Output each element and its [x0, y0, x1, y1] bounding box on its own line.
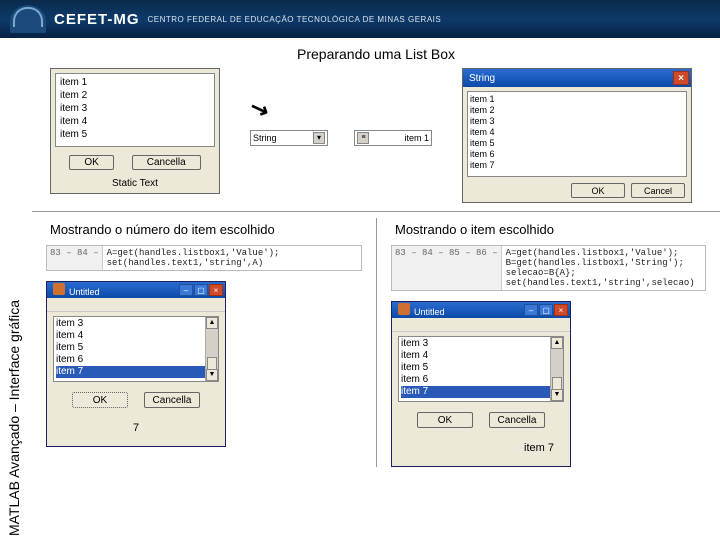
- result-text: 7: [53, 422, 219, 438]
- column-show-number: Mostrando o número do item escolhido 83 …: [32, 218, 376, 467]
- list-item[interactable]: item 6: [56, 354, 216, 366]
- list-item: item 7: [470, 160, 684, 171]
- string-textarea[interactable]: item 1 item 2 item 3 item 4 item 5 item …: [467, 91, 687, 177]
- code-lines: A=get(handles.listbox1,'Value'); set(han…: [103, 246, 284, 270]
- code-lines: A=get(handles.listbox1,'Value'); B=get(h…: [502, 246, 699, 290]
- list-item[interactable]: item 3: [56, 318, 216, 330]
- static-text-label: Static Text: [51, 176, 219, 193]
- list-item: item 6: [470, 149, 684, 160]
- cancel-button[interactable]: Cancella: [144, 392, 200, 408]
- side-label: MATLAB Avançado – Interface gráfica: [6, 236, 22, 536]
- chevron-down-icon[interactable]: ▾: [313, 132, 325, 144]
- list-item: item 4: [470, 127, 684, 138]
- list-item[interactable]: item 1: [60, 76, 210, 89]
- matlab-icon: [53, 283, 65, 295]
- combo-label: String: [253, 133, 277, 143]
- property-combo-item[interactable]: ≡ item 1: [354, 130, 432, 146]
- list-edit-icon[interactable]: ≡: [357, 132, 369, 144]
- header-banner: CEFET-MG CENTRO FEDERAL DE EDUCAÇÃO TECN…: [0, 0, 720, 38]
- scroll-down-icon[interactable]: ▼: [551, 389, 563, 401]
- logo-badge: [10, 5, 46, 33]
- arrow-annotation: ↘: [250, 96, 432, 122]
- list-item-selected[interactable]: item 7: [56, 366, 216, 378]
- list-item: item 2: [470, 105, 684, 116]
- minimize-icon[interactable]: –: [179, 284, 193, 296]
- close-icon[interactable]: ×: [209, 284, 223, 296]
- figure-title: Untitled: [69, 287, 100, 297]
- list-item[interactable]: item 5: [60, 128, 210, 141]
- property-combo-string[interactable]: String ▾: [250, 130, 328, 146]
- list-item[interactable]: item 4: [56, 330, 216, 342]
- cancel-button[interactable]: Cancel: [631, 183, 685, 198]
- list-item: item 5: [470, 138, 684, 149]
- banner-subtitle: CENTRO FEDERAL DE EDUCAÇÃO TECNOLÓGICA D…: [148, 15, 442, 24]
- column-title: Mostrando o item escolhido: [395, 222, 706, 237]
- cancel-button[interactable]: Cancella: [489, 412, 545, 428]
- ok-button[interactable]: OK: [72, 392, 128, 408]
- list-item[interactable]: item 4: [401, 350, 561, 362]
- list-item[interactable]: item 5: [401, 362, 561, 374]
- code-snippet: 83 – 84 – 85 – 86 – A=get(handles.listbo…: [391, 245, 706, 291]
- scroll-up-icon[interactable]: ▲: [206, 317, 218, 329]
- list-item: item 3: [470, 116, 684, 127]
- minimize-icon[interactable]: –: [524, 304, 538, 316]
- ok-button[interactable]: OK: [417, 412, 473, 428]
- ok-button[interactable]: OK: [571, 183, 625, 198]
- listbox-control[interactable]: item 1 item 2 item 3 item 4 item 5: [55, 73, 215, 147]
- figure-listbox[interactable]: item 3 item 4 item 5 item 6 item 7 ▲ ▼: [398, 336, 564, 402]
- figure-menubar[interactable]: [47, 298, 225, 312]
- cancel-button[interactable]: Cancella: [132, 155, 201, 170]
- scroll-down-icon[interactable]: ▼: [206, 369, 218, 381]
- code-gutter: 83 – 84 –: [47, 246, 103, 270]
- list-item[interactable]: item 6: [401, 374, 561, 386]
- list-item[interactable]: item 2: [60, 89, 210, 102]
- scroll-up-icon[interactable]: ▲: [551, 337, 563, 349]
- dialog-title: String: [469, 73, 495, 84]
- bottom-row: Mostrando o número do item escolhido 83 …: [32, 212, 720, 467]
- figure-titlebar[interactable]: Untitled – ▢ ×: [47, 282, 225, 298]
- ok-button[interactable]: OK: [69, 155, 113, 170]
- top-row: item 1 item 2 item 3 item 4 item 5 OK Ca…: [32, 66, 720, 212]
- matlab-figure-window: Untitled – ▢ × item 3 item 4 item 5: [391, 301, 571, 467]
- property-widgets: ↘ String ▾ ≡ item 1: [250, 96, 432, 146]
- close-icon[interactable]: ×: [673, 71, 689, 85]
- figure-title: Untitled: [414, 307, 445, 317]
- column-show-item: Mostrando o item escolhido 83 – 84 – 85 …: [376, 218, 720, 467]
- matlab-figure-window: Untitled – ▢ × item 3 item 4 item 5: [46, 281, 226, 447]
- combo-label: item 1: [404, 133, 429, 143]
- maximize-icon[interactable]: ▢: [539, 304, 553, 316]
- matlab-icon: [398, 303, 410, 315]
- column-title: Mostrando o número do item escolhido: [50, 222, 362, 237]
- list-item-selected[interactable]: item 7: [401, 386, 561, 398]
- figure-menubar[interactable]: [392, 318, 570, 332]
- figure-titlebar[interactable]: Untitled – ▢ ×: [392, 302, 570, 318]
- close-icon[interactable]: ×: [554, 304, 568, 316]
- list-item[interactable]: item 5: [56, 342, 216, 354]
- result-text: item 7: [398, 442, 564, 458]
- list-item: item 1: [470, 94, 684, 105]
- scrollbar[interactable]: ▲ ▼: [550, 337, 563, 401]
- figure-listbox[interactable]: item 3 item 4 item 5 item 6 item 7 ▲ ▼: [53, 316, 219, 382]
- slide-body: MATLAB Avançado – Interface gráfica Prep…: [0, 38, 720, 540]
- list-item[interactable]: item 4: [60, 115, 210, 128]
- slide-title: Preparando uma List Box: [32, 38, 720, 66]
- list-item[interactable]: item 3: [60, 102, 210, 115]
- demo-panel-listbox: item 1 item 2 item 3 item 4 item 5 OK Ca…: [50, 68, 220, 194]
- list-item[interactable]: item 3: [401, 338, 561, 350]
- code-gutter: 83 – 84 – 85 – 86 –: [392, 246, 502, 290]
- banner-title: CEFET-MG: [54, 11, 140, 28]
- dialog-titlebar[interactable]: String ×: [463, 69, 691, 87]
- code-snippet: 83 – 84 – A=get(handles.listbox1,'Value'…: [46, 245, 362, 271]
- scrollbar[interactable]: ▲ ▼: [205, 317, 218, 381]
- maximize-icon[interactable]: ▢: [194, 284, 208, 296]
- string-editor-dialog: String × item 1 item 2 item 3 item 4 ite…: [462, 68, 692, 203]
